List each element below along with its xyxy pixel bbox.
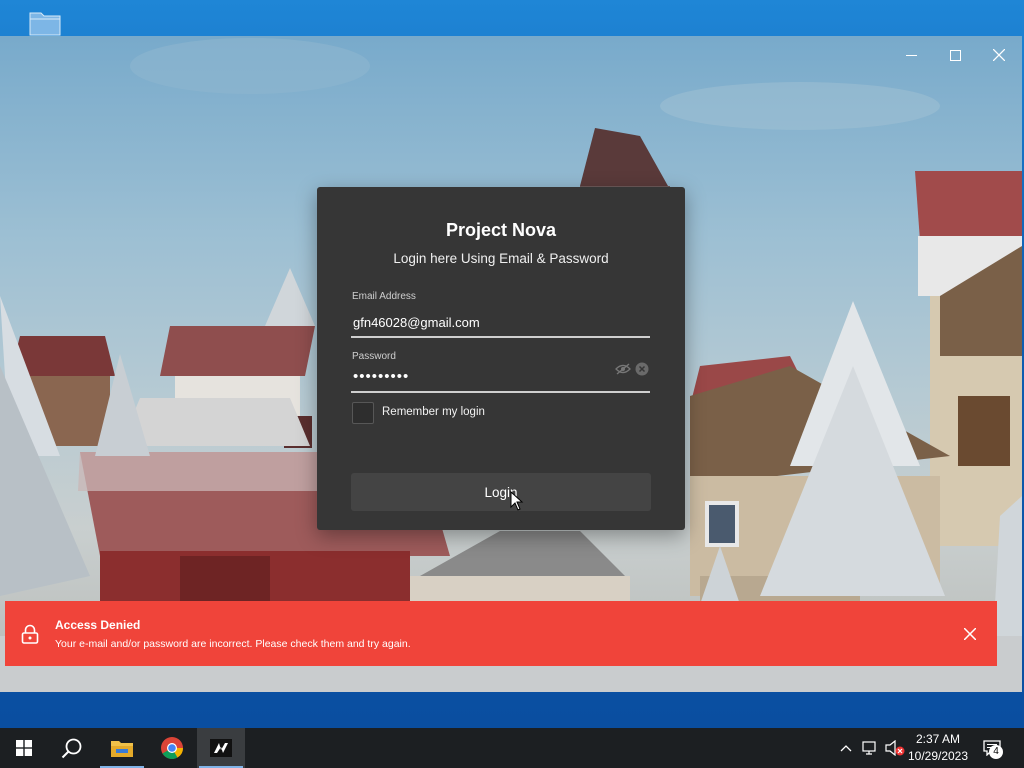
volume-button[interactable] <box>885 740 905 756</box>
clear-password-icon[interactable] <box>634 361 650 377</box>
error-message: Your e-mail and/or password are incorrec… <box>55 638 411 650</box>
dismiss-error-button[interactable] <box>959 623 981 645</box>
email-field[interactable] <box>351 308 650 338</box>
search-icon <box>61 738 82 759</box>
search-button[interactable] <box>48 728 96 768</box>
network-icon <box>862 741 876 755</box>
network-button[interactable] <box>862 740 880 756</box>
clock-date: 10/29/2023 <box>907 749 969 763</box>
nova-launcher-button[interactable] <box>197 728 245 768</box>
file-explorer-button[interactable] <box>98 728 146 768</box>
minimize-button[interactable] <box>891 40 931 70</box>
chrome-button[interactable] <box>148 728 196 768</box>
chevron-up-icon <box>840 745 852 752</box>
nova-launcher-icon <box>210 739 232 757</box>
close-icon <box>964 628 976 640</box>
minimize-icon <box>905 54 917 56</box>
login-subtitle: Login here Using Email & Password <box>393 251 609 266</box>
maximize-button[interactable] <box>935 40 975 70</box>
mouse-cursor-icon <box>510 491 524 511</box>
windows-logo-icon <box>16 740 32 756</box>
lock-icon <box>21 624 39 644</box>
login-dialog: Project Nova Login here Using Email & Pa… <box>317 187 685 530</box>
password-field[interactable] <box>351 361 650 393</box>
app-window: Project Nova Login here Using Email & Pa… <box>0 36 1022 692</box>
login-button[interactable]: Login <box>351 473 651 511</box>
chrome-icon <box>161 737 183 759</box>
taskbar: 2:37 AM 10/29/2023 4 <box>0 728 1024 768</box>
volume-muted-icon <box>885 740 905 756</box>
notification-count-badge: 4 <box>989 745 1003 759</box>
start-button[interactable] <box>0 728 48 768</box>
access-denied-banner: Access Denied Your e-mail and/or passwor… <box>5 601 997 666</box>
close-icon <box>993 49 1005 61</box>
desktop-folder-icon[interactable] <box>29 10 61 36</box>
maximize-icon <box>949 49 961 61</box>
email-label: Email Address <box>352 291 416 302</box>
remember-login-label: Remember my login <box>382 406 485 418</box>
error-title: Access Denied <box>55 618 141 632</box>
remember-login-checkbox[interactable] <box>352 402 374 424</box>
reveal-password-icon[interactable] <box>615 361 631 377</box>
clock-time: 2:37 AM <box>915 732 961 746</box>
app-title: Project Nova <box>445 220 557 240</box>
clock[interactable]: 2:37 AM 10/29/2023 <box>904 731 972 765</box>
show-hidden-icons-button[interactable] <box>838 740 854 756</box>
file-explorer-icon <box>111 741 133 757</box>
close-window-button[interactable] <box>979 40 1019 70</box>
